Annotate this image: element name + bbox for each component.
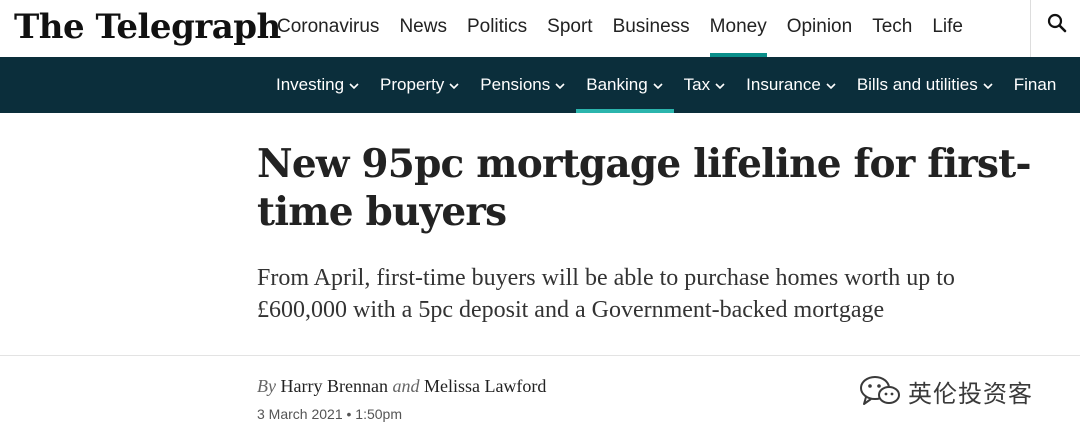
subnav-item-tax[interactable]: Tax xyxy=(674,57,736,113)
nav-item-business[interactable]: Business xyxy=(603,0,700,57)
nav-item-politics[interactable]: Politics xyxy=(457,0,537,57)
publish-date: 3 March 2021 • 1:50pm xyxy=(257,406,402,422)
nav-item-tech[interactable]: Tech xyxy=(862,0,922,57)
telegraph-logo[interactable]: The Telegraph xyxy=(14,2,281,52)
byline: By Harry Brennan and Melissa Lawford xyxy=(257,376,546,397)
author-link-harry-brennan[interactable]: Harry Brennan xyxy=(280,376,387,396)
subnav-item-property[interactable]: Property xyxy=(370,57,470,113)
nav-item-life[interactable]: Life xyxy=(922,0,973,57)
nav-item-opinion[interactable]: Opinion xyxy=(777,0,863,57)
author-link-melissa-lawford[interactable]: Melissa Lawford xyxy=(424,376,546,396)
chevron-down-icon xyxy=(715,82,725,89)
subnav-label: Banking xyxy=(586,75,648,94)
byline-prefix: By xyxy=(257,376,276,396)
top-navigation-bar: The Telegraph Coronavirus News Politics … xyxy=(0,0,1080,57)
chevron-down-icon xyxy=(449,82,459,89)
subnav-label: Insurance xyxy=(746,75,821,94)
watermark-text: 英伦投资客 xyxy=(908,379,1033,408)
subnav-item-finance[interactable]: Finan xyxy=(1004,57,1067,113)
money-subnav: Investing Property Pensions Banking Tax … xyxy=(266,57,1066,113)
article-standfirst: From April, first-time buyers will be ab… xyxy=(257,265,955,323)
nav-fade xyxy=(985,0,1030,57)
subnav-item-bills-and-utilities[interactable]: Bills and utilities xyxy=(847,57,1004,113)
subnav-item-insurance[interactable]: Insurance xyxy=(736,57,847,113)
watermark: 英伦投资客 xyxy=(858,371,1033,411)
subnav-item-pensions[interactable]: Pensions xyxy=(470,57,576,113)
subnav-label: Bills and utilities xyxy=(856,75,978,94)
money-subnav-bar: Investing Property Pensions Banking Tax … xyxy=(0,57,1080,113)
search-icon xyxy=(1047,13,1067,33)
search-button[interactable] xyxy=(1040,8,1076,44)
nav-item-sport[interactable]: Sport xyxy=(537,0,602,57)
subnav-label: Investing xyxy=(276,75,345,94)
subnav-label: Property xyxy=(380,75,445,94)
chevron-down-icon xyxy=(555,82,565,89)
section-nav: Coronavirus News Politics Sport Business… xyxy=(267,0,973,57)
section-divider xyxy=(0,355,1080,356)
subnav-label: Pensions xyxy=(480,75,551,94)
chevron-down-icon xyxy=(349,82,359,89)
chevron-down-icon xyxy=(653,82,663,89)
subnav-item-banking[interactable]: Banking xyxy=(576,57,675,113)
subnav-item-investing[interactable]: Investing xyxy=(266,57,370,113)
chevron-down-icon xyxy=(826,82,836,89)
nav-item-news[interactable]: News xyxy=(389,0,457,57)
article-headline: New 95pc mortgage lifeline for first-tim… xyxy=(257,141,1032,235)
subnav-label: Tax xyxy=(683,75,711,94)
nav-divider xyxy=(1030,0,1031,57)
chevron-down-icon xyxy=(983,82,993,89)
nav-item-coronavirus[interactable]: Coronavirus xyxy=(267,0,389,57)
wechat-icon xyxy=(860,376,900,405)
nav-item-money[interactable]: Money xyxy=(700,0,777,57)
byline-joiner: and xyxy=(392,376,420,396)
